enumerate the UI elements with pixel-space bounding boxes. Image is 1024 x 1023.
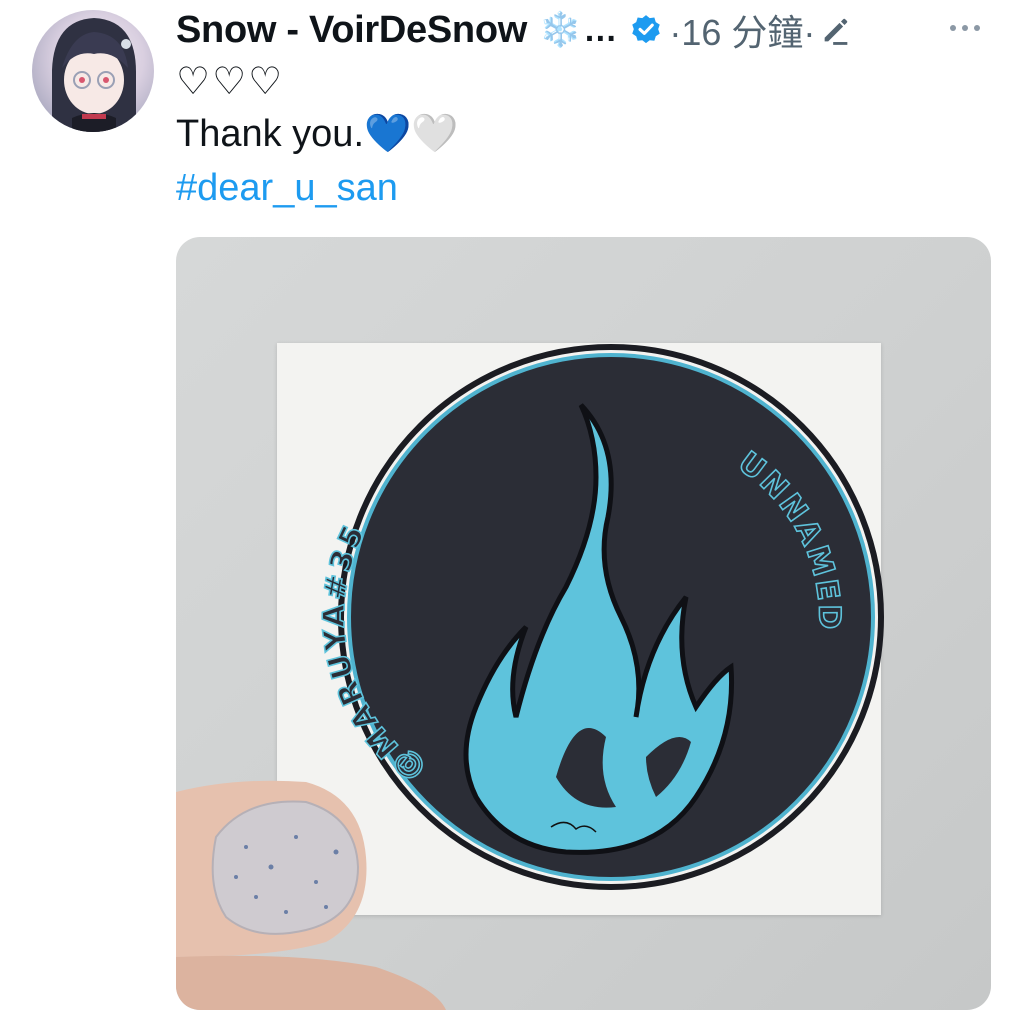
post-text-thanks: Thank you.💙🤍 (176, 113, 459, 155)
more-options-icon[interactable] (940, 13, 990, 43)
more-dot (974, 25, 980, 31)
post-header: Snow - VoirDeSnow ❄️ … ·16 分鐘· (176, 6, 996, 54)
avatar-illustration (52, 18, 136, 132)
edited-pencil-icon[interactable] (819, 13, 853, 47)
author-name[interactable]: Snow - VoirDeSnow (176, 9, 527, 52)
post-image[interactable]: @MARUYA#35 UNNAMED (176, 237, 991, 1010)
name-truncation: … (583, 10, 618, 49)
more-dot (962, 25, 968, 31)
post-time[interactable]: ·16 分鐘· (669, 4, 815, 56)
verified-badge-icon[interactable] (629, 13, 663, 47)
author-avatar[interactable] (32, 10, 154, 132)
hashtag-link[interactable]: #dear_u_san (176, 164, 398, 212)
snowflake-emoji: ❄️ (538, 11, 582, 49)
finger-holding-sticker (176, 780, 446, 1010)
more-dot (950, 25, 956, 31)
post-text-hearts: ♡♡♡ (176, 61, 285, 103)
glitter-nail (211, 800, 360, 935)
